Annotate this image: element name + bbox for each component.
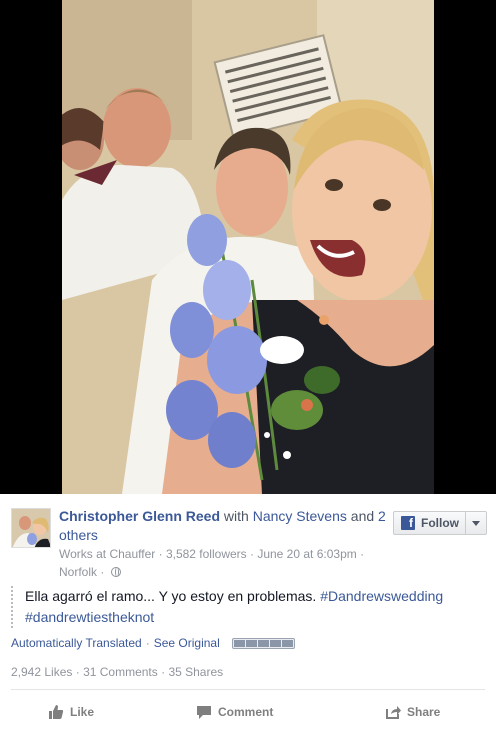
engagement-stats: 2,942 Likes · 31 Comments · 35 Shares [11,665,224,679]
see-original-link[interactable]: See Original [154,636,220,650]
rating-segment[interactable] [281,639,293,647]
like-button[interactable]: Like [48,698,94,726]
post-meta-location: Norfolk · [59,564,389,581]
rating-segment[interactable] [269,639,281,647]
and-label: and [350,508,375,524]
post-photo[interactable] [62,0,434,494]
likes-count[interactable]: 2,942 Likes [11,665,72,679]
post-location[interactable]: Norfolk [59,565,97,579]
comments-count[interactable]: 31 Comments [83,665,158,679]
like-label: Like [70,705,95,719]
selfie-illustration [62,0,434,494]
action-bar: Like Comment Share [0,698,496,726]
post-header: Christopher Glenn Reed with Nancy Steven… [59,507,389,581]
comment-label: Comment [218,705,274,719]
auto-translated-link[interactable]: Automatically Translated [11,636,142,650]
follow-control: f Follow [393,511,487,535]
rating-segment[interactable] [245,639,257,647]
comment-button[interactable]: Comment [196,698,273,726]
thumbs-up-icon [49,705,64,719]
share-button[interactable]: Share [385,698,440,726]
translation-row: Automatically Translated · See Original [11,636,295,650]
comment-icon [197,706,211,719]
post-timestamp[interactable]: June 20 at 6:03pm [257,547,356,561]
separator: · [145,636,150,650]
author-work[interactable]: Works at Chauffer [59,547,155,561]
post-meta: Works at Chauffer · 3,582 followers · Ju… [59,547,365,561]
with-label: with [223,508,249,524]
shares-count[interactable]: 35 Shares [168,665,223,679]
globe-icon[interactable] [110,567,121,577]
rating-segment[interactable] [257,639,269,647]
follow-options-button[interactable] [466,512,486,534]
hashtag-link[interactable]: #dandrewtiestheknot [25,609,154,625]
follow-label: Follow [421,516,459,530]
share-icon [386,706,401,719]
follower-count: 3,582 followers [165,547,247,561]
author-avatar[interactable] [11,508,51,548]
tagged-friend[interactable]: Nancy Stevens [253,508,347,524]
translation-rating[interactable] [231,637,295,649]
post-card: Christopher Glenn Reed with Nancy Steven… [0,494,496,733]
share-label: Share [407,705,441,719]
follow-button[interactable]: f Follow [394,512,466,534]
author-line: Christopher Glenn Reed with Nancy Steven… [59,507,389,545]
post-message: Ella agarró el ramo... Y yo estoy en pro… [11,586,481,628]
hashtag-link[interactable]: #Dandrewswedding [320,588,443,604]
divider [11,689,485,690]
rating-segment[interactable] [233,639,245,647]
message-text: Ella agarró el ramo... Y yo estoy en pro… [25,588,317,604]
avatar-image [12,509,50,547]
chevron-down-icon [472,520,480,526]
author-name[interactable]: Christopher Glenn Reed [59,508,220,524]
facebook-f-icon: f [401,516,415,530]
photo-frame [0,0,496,494]
